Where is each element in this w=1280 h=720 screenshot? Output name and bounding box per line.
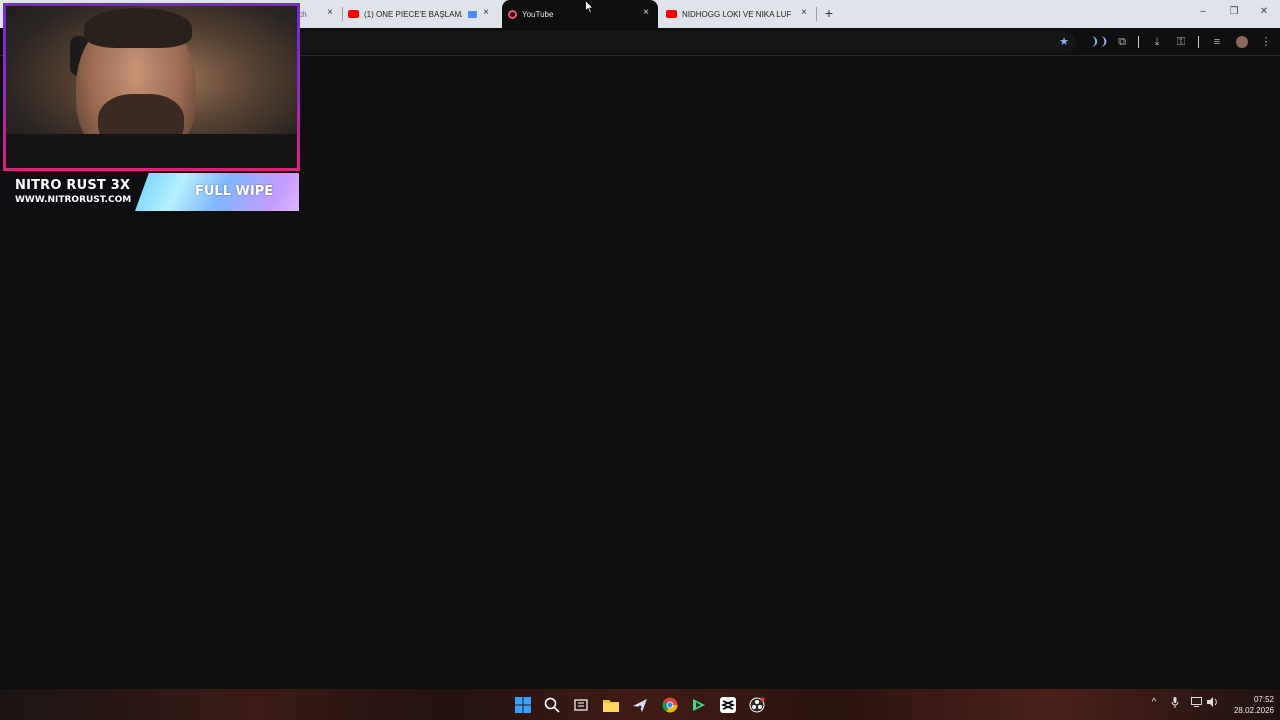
webcam-overlay: NITRO RUST 3X WWW.NITRORUST.COM FULL WIP… <box>0 0 302 212</box>
capcut-icon[interactable] <box>718 695 738 715</box>
banner-url: WWW.NITRORUST.COM <box>15 195 132 205</box>
streamer-shirt <box>6 134 297 168</box>
menu-icon[interactable]: ⋮ <box>1259 34 1273 50</box>
youtube-icon <box>666 10 677 18</box>
bookmark-star-icon[interactable]: ★ <box>1057 34 1071 50</box>
tab-close-icon[interactable]: × <box>640 7 652 18</box>
address-bar[interactable] <box>296 31 1076 53</box>
restore-button[interactable]: ❐ <box>1226 6 1242 17</box>
webcam-video <box>6 6 297 168</box>
toolbar-divider <box>1138 36 1139 48</box>
file-explorer-icon[interactable] <box>601 695 621 715</box>
tab-close-icon[interactable]: × <box>324 7 336 18</box>
media-icon[interactable]: ❩❩ <box>1090 34 1108 50</box>
tab-one-piece[interactable]: (1) ONE PIECE'E BAŞLAMAN × <box>348 0 498 28</box>
tab-close-icon[interactable]: × <box>480 7 492 18</box>
tab-separator <box>342 7 343 21</box>
tab-label: NIDHOGG LOKI VE NIKA LUFFY <box>682 9 792 19</box>
steam-icon[interactable] <box>630 695 650 715</box>
toolbar-divider <box>1198 36 1199 48</box>
tray-chevron-icon[interactable]: ^ <box>1147 697 1161 708</box>
banner-title: NITRO RUST 3X <box>15 178 131 193</box>
obs-icon[interactable] <box>747 695 767 715</box>
casting-icon <box>468 10 477 18</box>
microphone-icon[interactable] <box>1168 697 1182 711</box>
mouse-cursor-icon <box>585 0 594 14</box>
tab-close-icon[interactable]: × <box>798 7 810 18</box>
display-icon[interactable] <box>1189 697 1203 710</box>
clock-time: 07:52 <box>1253 695 1274 704</box>
download-icon[interactable]: ⤓ <box>1150 34 1164 50</box>
webcam-frame <box>3 3 300 171</box>
minimize-button[interactable]: – <box>1195 6 1211 17</box>
windows-taskbar: ^ 07:52 28.02.2026 <box>0 689 1280 720</box>
volume-icon[interactable] <box>1206 697 1220 710</box>
youtube-icon <box>348 10 359 18</box>
tab-label: (1) ONE PIECE'E BAŞLAMAN <box>364 9 462 19</box>
tab-search-icon[interactable]: ≡ <box>1210 34 1224 50</box>
clock-date: 28.02.2026 <box>1233 706 1274 715</box>
game-launcher-icon[interactable] <box>689 695 709 715</box>
streamer-hair <box>84 8 192 48</box>
tab-nidhogg[interactable]: NIDHOGG LOKI VE NIKA LUFFY × <box>666 0 816 28</box>
profile-icon[interactable] <box>1235 34 1249 50</box>
sponsor-banner: NITRO RUST 3X WWW.NITRORUST.COM FULL WIP… <box>3 173 299 211</box>
new-tab-button[interactable]: + <box>822 6 836 20</box>
tab-youtube-active[interactable]: YouTube × <box>502 0 658 28</box>
extensions-icon[interactable]: ⧉ <box>1115 34 1129 50</box>
system-clock[interactable]: 07:52 28.02.2026 <box>1222 694 1274 716</box>
tab-twitch[interactable]: tch × <box>296 0 342 28</box>
chrome-icon[interactable] <box>660 695 680 715</box>
loading-spinner-icon <box>508 9 517 19</box>
banner-tag: FULL WIPE <box>195 184 274 199</box>
tab-label: YouTube <box>522 9 554 19</box>
password-icon[interactable]: ⚿ <box>1174 34 1188 50</box>
tab-separator <box>816 7 817 21</box>
screen: tch × (1) ONE PIECE'E BAŞLAMAN × YouTube… <box>0 0 1280 720</box>
start-icon[interactable] <box>513 695 533 715</box>
close-window-button[interactable]: ✕ <box>1256 6 1272 17</box>
search-icon[interactable] <box>542 695 562 715</box>
task-view-icon[interactable] <box>571 695 591 715</box>
